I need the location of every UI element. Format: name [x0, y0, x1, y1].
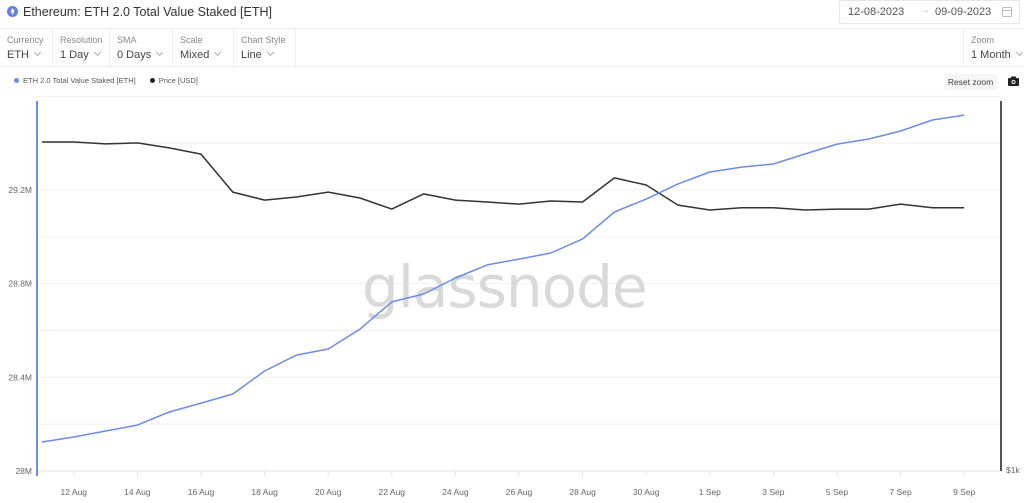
chart-toolbar: Currency ETH Resolution 1 Day SMA 0 Days…: [0, 28, 1024, 67]
x-tick-label: 3 Sep: [762, 487, 784, 497]
legend-dot-price: [149, 78, 155, 83]
right-axis-tick-label: $1k: [1006, 465, 1020, 475]
reset-zoom-button[interactable]: Reset zoom: [944, 74, 997, 90]
zoom-label: Zoom: [971, 35, 995, 45]
legend-dot-staked: [14, 78, 19, 83]
date-end-input[interactable]: 09-09-2023: [935, 6, 991, 18]
currency-value: ETH: [7, 49, 29, 61]
chart-style-value: Line: [241, 49, 262, 61]
camera-icon[interactable]: [1008, 76, 1019, 86]
chevron-down-icon: [33, 48, 42, 57]
x-tick-label: 16 Aug: [188, 487, 215, 497]
chart-header: Ethereum: ETH 2.0 Total Value Staked [ET…: [0, 0, 1024, 26]
scale-select[interactable]: Scale Mixed: [173, 29, 234, 67]
y-tick-label: 29.2M: [8, 185, 32, 195]
y-tick-label: 28.8M: [8, 279, 32, 289]
watermark: glassnode: [362, 253, 647, 321]
zoom-select[interactable]: Zoom 1 Month: [963, 29, 1024, 67]
legend-item-price[interactable]: Price [USD]: [149, 76, 198, 85]
x-tick-label: 9 Sep: [953, 487, 975, 497]
resolution-select[interactable]: Resolution 1 Day: [53, 29, 110, 67]
legend-item-staked[interactable]: ETH 2.0 Total Value Staked [ETH]: [14, 76, 136, 85]
chart-area[interactable]: glassnode 28M 28.4M 28.8M 29.2M 12 Aug 14 Au…: [0, 95, 1024, 503]
price-line[interactable]: [42, 141, 965, 211]
chart-title: Ethereum: ETH 2.0 Total Value Staked [ET…: [23, 5, 272, 19]
zoom-value: 1 Month: [971, 49, 1011, 61]
x-tick-label: 24 Aug: [442, 487, 469, 497]
x-axis-ticks: 12 Aug 14 Aug 16 Aug 18 Aug 20 Aug 22 Aug 24 A…: [61, 471, 976, 497]
x-tick-label: 22 Aug: [379, 487, 406, 497]
x-tick-label: 12 Aug: [61, 487, 88, 497]
chevron-down-icon: [93, 48, 101, 57]
x-tick-label: 26 Aug: [506, 487, 533, 497]
x-tick-label: 28 Aug: [569, 487, 596, 497]
chevron-down-icon: [266, 48, 274, 57]
arrow-right-icon: →: [920, 5, 930, 16]
ethereum-icon: [7, 6, 18, 17]
date-range-picker[interactable]: 12-08-2023 → 09-09-2023: [839, 0, 1020, 24]
calendar-icon[interactable]: [1002, 7, 1012, 17]
sma-value: 0 Days: [117, 49, 152, 61]
resolution-label: Resolution: [60, 35, 103, 45]
x-tick-label: 18 Aug: [251, 487, 278, 497]
sma-label: SMA: [117, 35, 137, 45]
chart-legend: ETH 2.0 Total Value Staked [ETH] Price […: [14, 76, 212, 85]
x-tick-label: 5 Sep: [826, 487, 848, 497]
x-tick-label: 20 Aug: [315, 487, 342, 497]
left-axis-ticks: 28M 28.4M 28.8M 29.2M: [8, 185, 32, 476]
chevron-down-icon: [156, 48, 164, 57]
chart-style-select[interactable]: Chart Style Line: [234, 29, 296, 67]
x-tick-label: 30 Aug: [633, 487, 660, 497]
currency-label: Currency: [7, 35, 44, 45]
chevron-down-icon: [214, 48, 222, 57]
x-tick-label: 14 Aug: [124, 487, 151, 497]
legend-label-price: Price [USD]: [158, 76, 198, 85]
scale-label: Scale: [180, 35, 203, 45]
chevron-down-icon: [1015, 48, 1023, 57]
y-tick-label: 28.4M: [8, 372, 32, 382]
scale-value: Mixed: [180, 49, 210, 61]
sma-select[interactable]: SMA 0 Days: [110, 29, 173, 67]
chart-style-label: Chart Style: [241, 35, 286, 45]
resolution-value: 1 Day: [60, 49, 89, 61]
legend-label-staked: ETH 2.0 Total Value Staked [ETH]: [23, 76, 136, 85]
date-start-input[interactable]: 12-08-2023: [848, 6, 904, 18]
y-tick-label: 28M: [15, 466, 32, 476]
x-tick-label: 1 Sep: [699, 487, 721, 497]
currency-select[interactable]: Currency ETH: [0, 29, 53, 67]
x-tick-label: 7 Sep: [889, 487, 911, 497]
